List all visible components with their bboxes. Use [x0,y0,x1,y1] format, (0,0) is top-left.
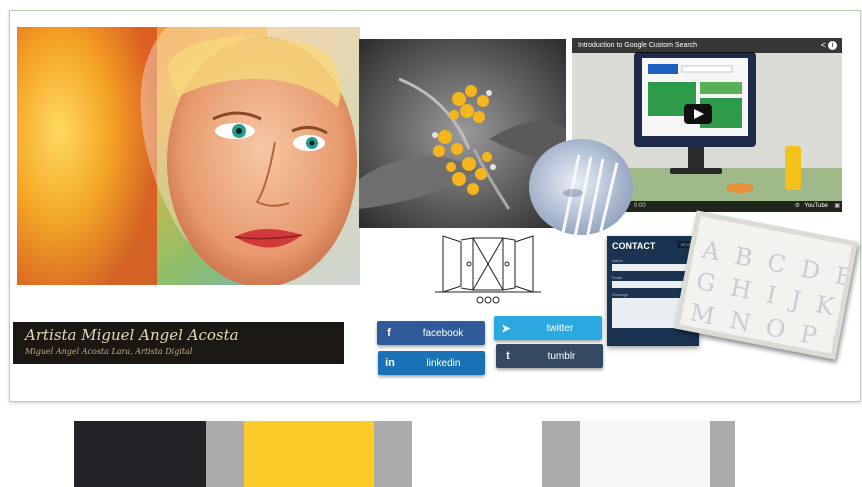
tumblr-icon: t [506,350,510,362]
info-icon[interactable]: i [828,41,837,50]
palette-swatch-8 [710,421,735,487]
palette-swatch-6 [542,421,580,487]
linkedin-icon: in [385,357,395,369]
wireframe-gallery-sketch [433,230,543,305]
palette-swatch-5 [412,421,542,487]
contact-title: CONTACT [612,241,656,251]
artist-name-banner: Artista Miguel Angel Acosta Miguel Angel… [13,322,344,364]
tumblr-button[interactable]: t tumblr [496,344,603,368]
facebook-label: facebook [422,327,464,339]
linkedin-button[interactable]: in linkedin [378,351,485,375]
palette-swatch-3 [244,421,374,487]
palette-swatch-4 [374,421,412,487]
linkedin-label: linkedin [426,357,461,369]
masks-sculpture-image [525,137,643,245]
twitter-label: twitter [546,322,574,334]
email-field-label: Email [612,275,623,280]
youtube-logo[interactable]: YouTube [804,201,828,212]
fullscreen-icon[interactable]: ▣ [834,201,840,212]
twitter-button[interactable]: ➤ twitter [494,316,602,340]
banner-title: Artista Miguel Angel Acosta [25,326,239,344]
name-field-label: Name [612,258,623,263]
palette-swatch-7 [580,421,710,487]
facebook-icon: f [387,327,391,339]
palette-swatch-2 [206,421,244,487]
tumblr-label: tumblr [547,350,576,362]
video-title: Introduction to Google Custom Search [572,38,842,53]
share-icon[interactable]: < [821,40,826,50]
artist-portrait-image [17,27,360,285]
palette-swatch-1 [74,421,206,487]
name-field[interactable] [612,264,694,271]
twitter-icon: ➤ [501,322,511,335]
message-field-label: Message [612,292,629,297]
facebook-button[interactable]: f facebook [377,321,485,345]
banner-subtitle: Miguel Angel Acosta Lara, Artista Digita… [25,347,193,356]
settings-icon[interactable]: ⚙ [795,201,800,212]
